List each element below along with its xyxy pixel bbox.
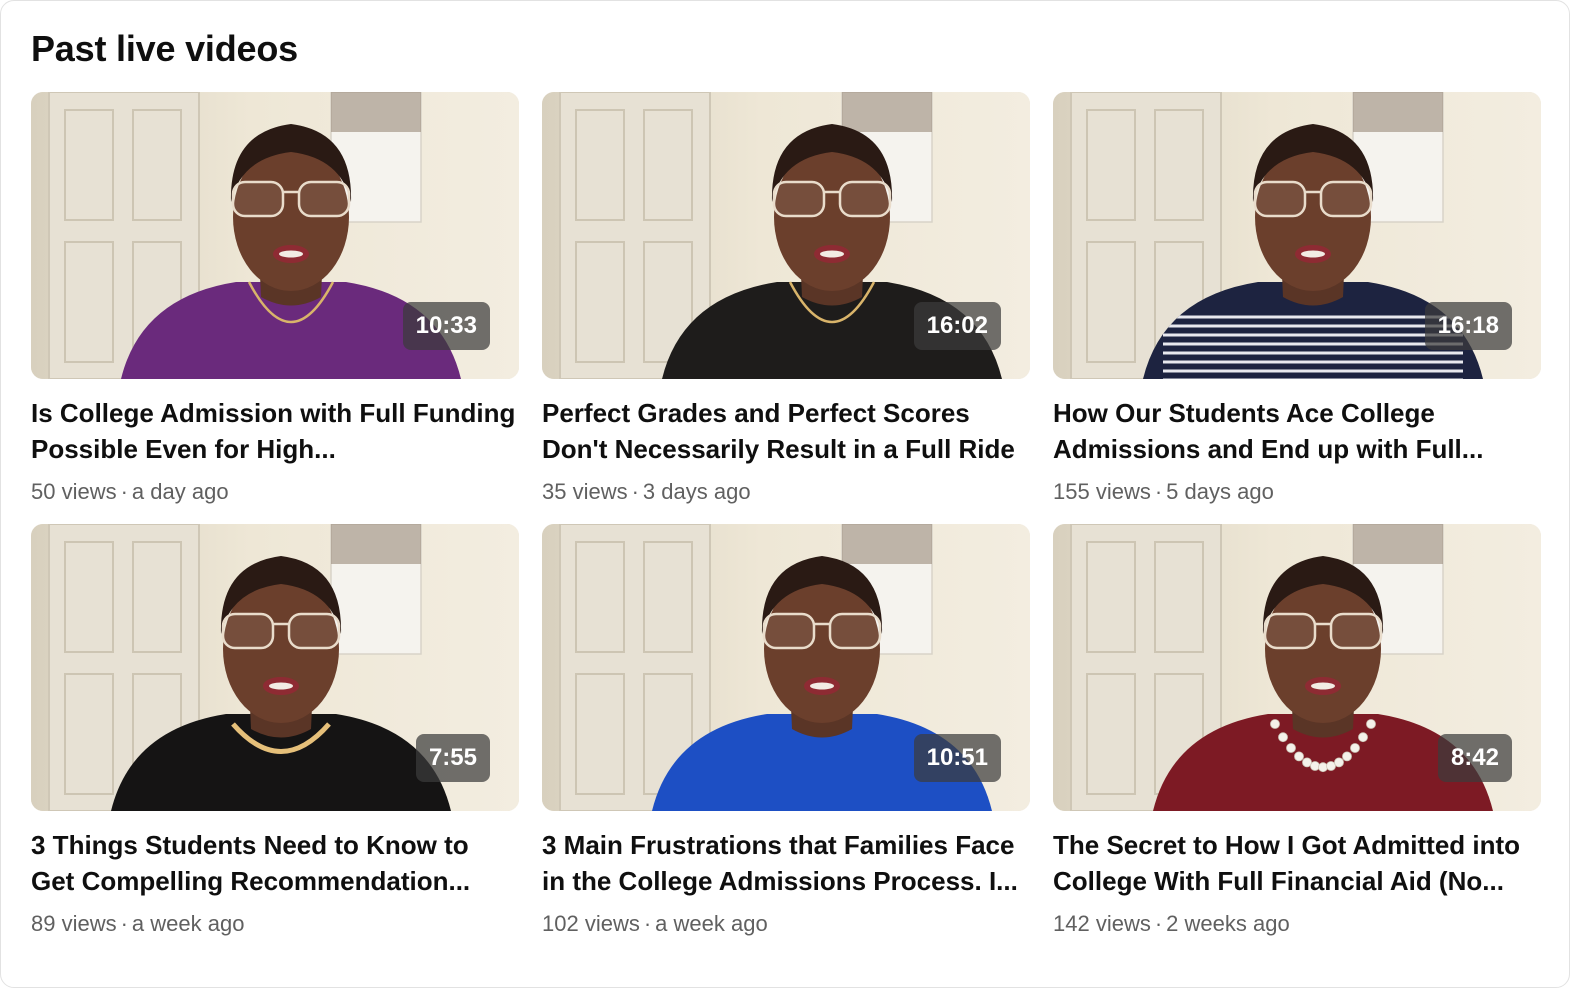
duration-badge: 10:33 bbox=[402, 302, 490, 350]
video-title[interactable]: 3 Things Students Need to Know to Get Co… bbox=[31, 827, 519, 899]
video-thumbnail[interactable]: 10:33 bbox=[31, 92, 519, 379]
video-title[interactable]: Perfect Grades and Perfect Scores Don't … bbox=[542, 395, 1030, 467]
meta-separator: · bbox=[120, 911, 128, 936]
video-title[interactable]: The Secret to How I Got Admitted into Co… bbox=[1053, 827, 1541, 899]
view-count: 102 views bbox=[542, 911, 640, 936]
video-thumbnail[interactable]: 8:42 bbox=[1053, 524, 1541, 811]
upload-age: 2 weeks ago bbox=[1166, 911, 1290, 936]
meta-separator: · bbox=[120, 479, 128, 504]
upload-age: a week ago bbox=[131, 911, 245, 936]
video-grid: 10:33 Is College Admission with Full Fun… bbox=[31, 92, 1541, 936]
video-meta: 89 views · a week ago bbox=[31, 909, 519, 939]
video-title[interactable]: Is College Admission with Full Funding P… bbox=[31, 395, 519, 467]
view-count: 35 views bbox=[542, 479, 628, 504]
upload-age: 5 days ago bbox=[1166, 479, 1274, 504]
view-count: 89 views bbox=[31, 911, 117, 936]
video-card[interactable]: 10:51 3 Main Frustrations that Families … bbox=[542, 524, 1030, 936]
section-title: Past live videos bbox=[31, 28, 298, 69]
video-title[interactable]: 3 Main Frustrations that Families Face i… bbox=[542, 827, 1030, 899]
duration-badge: 10:51 bbox=[913, 734, 1001, 782]
video-card[interactable]: 10:33 Is College Admission with Full Fun… bbox=[31, 92, 519, 504]
video-thumbnail[interactable]: 16:18 bbox=[1053, 92, 1541, 379]
upload-age: a day ago bbox=[131, 479, 229, 504]
wall-calendar-icon bbox=[330, 524, 422, 655]
video-meta: 35 views · 3 days ago bbox=[542, 477, 1030, 507]
video-thumbnail[interactable]: 7:55 bbox=[31, 524, 519, 811]
meta-separator: · bbox=[643, 911, 652, 936]
meta-separator: · bbox=[631, 479, 639, 504]
video-card[interactable]: 16:02 Perfect Grades and Perfect Scores … bbox=[542, 92, 1030, 504]
duration-badge: 8:42 bbox=[1437, 734, 1512, 782]
video-thumbnail[interactable]: 10:51 bbox=[542, 524, 1030, 811]
meta-separator: · bbox=[1154, 911, 1163, 936]
video-meta: 155 views · 5 days ago bbox=[1053, 477, 1541, 507]
video-meta: 142 views · 2 weeks ago bbox=[1053, 909, 1541, 939]
video-card[interactable]: 7:55 3 Things Students Need to Know to G… bbox=[31, 524, 519, 936]
video-meta: 50 views · a day ago bbox=[31, 477, 519, 507]
upload-age: a week ago bbox=[655, 911, 768, 936]
duration-badge: 7:55 bbox=[415, 734, 490, 782]
upload-age: 3 days ago bbox=[642, 479, 751, 504]
video-meta: 102 views · a week ago bbox=[542, 909, 1030, 939]
duration-badge: 16:18 bbox=[1424, 302, 1512, 350]
view-count: 50 views bbox=[31, 479, 117, 504]
view-count: 142 views bbox=[1053, 911, 1151, 936]
video-title[interactable]: How Our Students Ace College Admissions … bbox=[1053, 395, 1541, 467]
meta-separator: · bbox=[1154, 479, 1163, 504]
video-card[interactable]: 8:42 The Secret to How I Got Admitted in… bbox=[1053, 524, 1541, 936]
past-live-videos-section: Past live videos 10:33 Is College Admiss… bbox=[0, 0, 1570, 988]
video-thumbnail[interactable]: 16:02 bbox=[542, 92, 1030, 379]
video-card[interactable]: 16:18 How Our Students Ace College Admis… bbox=[1053, 92, 1541, 504]
view-count: 155 views bbox=[1053, 479, 1151, 504]
duration-badge: 16:02 bbox=[913, 302, 1001, 350]
